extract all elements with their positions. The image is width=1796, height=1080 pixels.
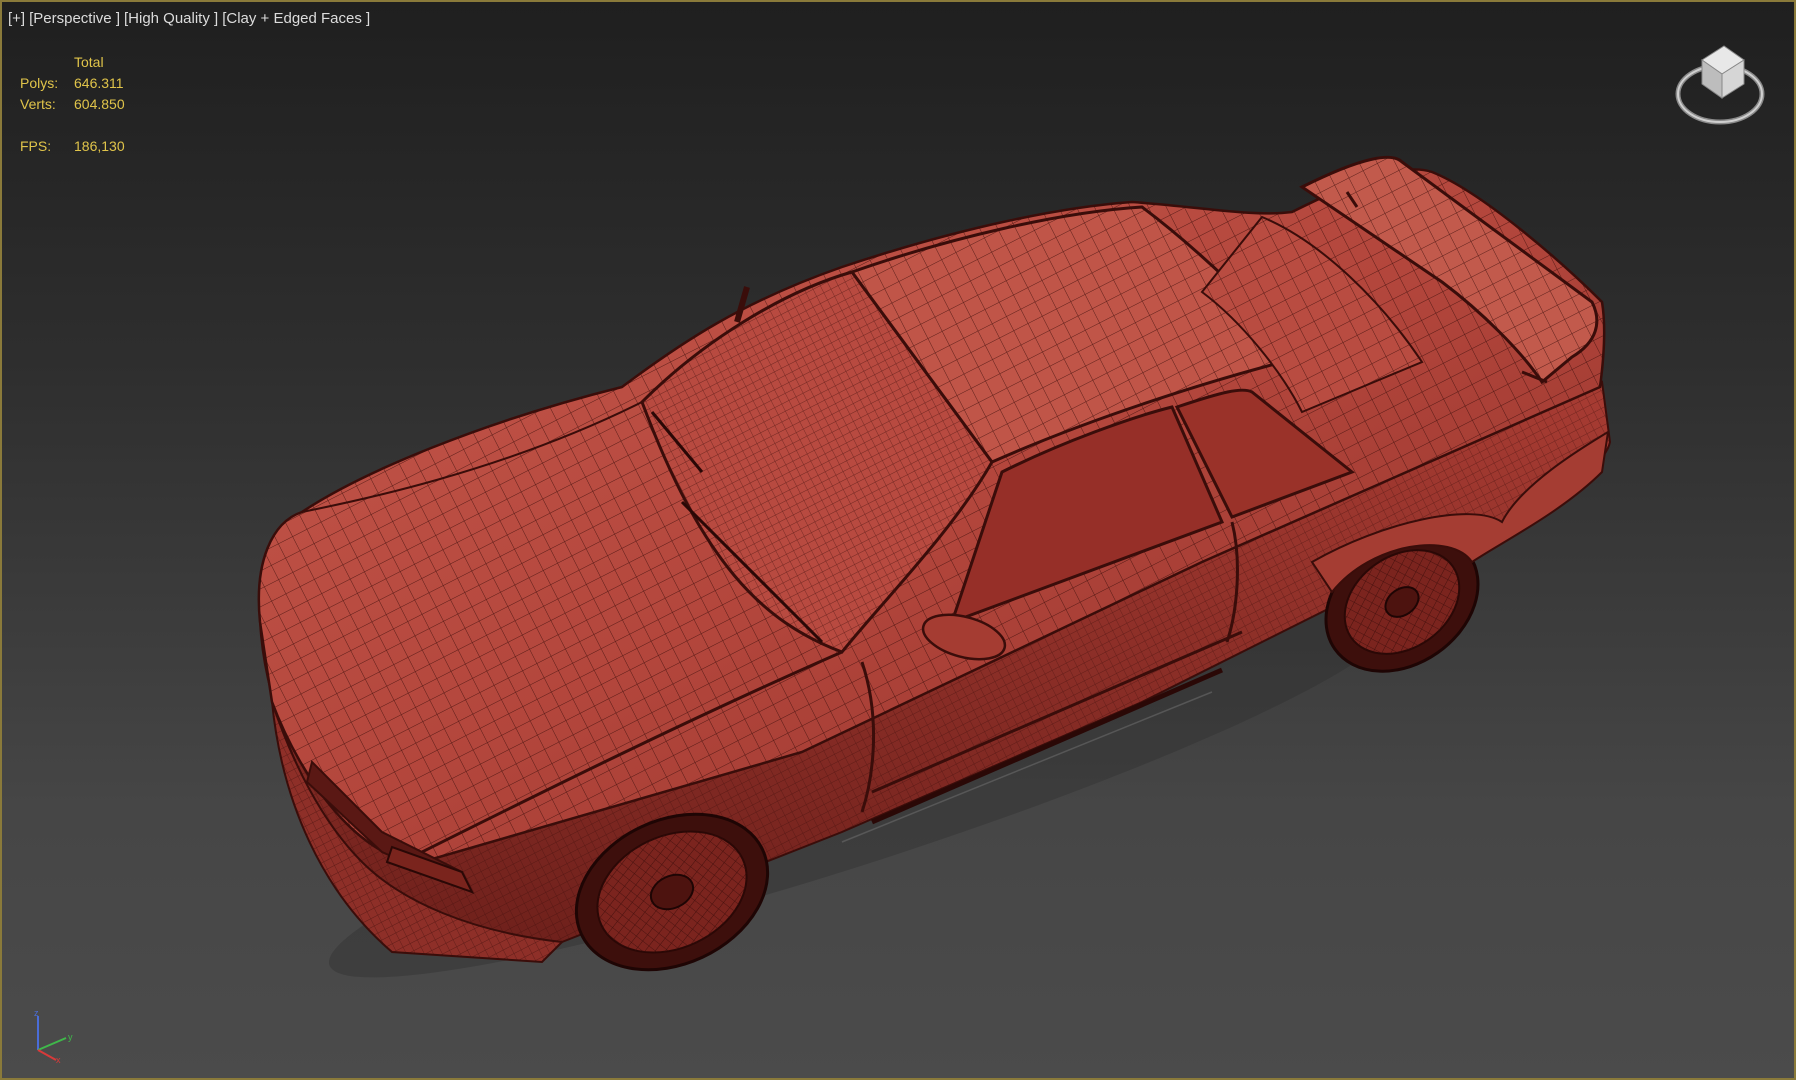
axis-tripod-icon: z y x (34, 1008, 73, 1064)
viewcube-icon[interactable] (1672, 38, 1768, 134)
axis-z-label: z (34, 1008, 39, 1018)
axis-y-label: y (68, 1032, 73, 1042)
perspective-viewport[interactable]: [+] [Perspective ] [High Quality ] [Clay… (0, 0, 1796, 1080)
axis-x-label: x (56, 1055, 61, 1064)
car-model[interactable] (2, 2, 1796, 1080)
